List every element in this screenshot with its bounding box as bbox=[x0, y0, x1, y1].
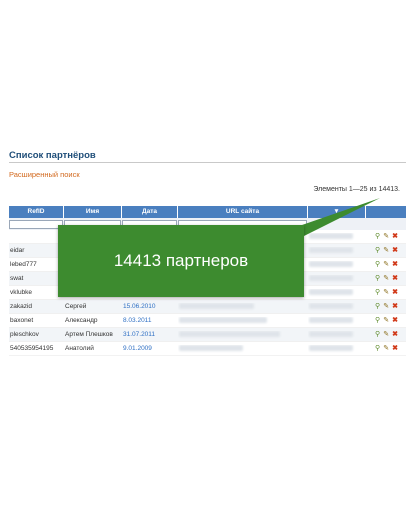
row-actions: ⚲ ✎ ✖ bbox=[366, 289, 406, 296]
redacted-cell bbox=[308, 330, 366, 339]
pencil-icon[interactable]: ✎ bbox=[383, 275, 389, 282]
url-cell bbox=[178, 330, 308, 339]
date-cell: 8.03.2011 bbox=[123, 317, 152, 324]
magnifier-icon[interactable]: ⚲ bbox=[375, 275, 380, 282]
row-actions: ⚲ ✎ ✖ bbox=[366, 247, 406, 254]
pencil-icon[interactable]: ✎ bbox=[383, 247, 389, 254]
row-actions: ⚲ ✎ ✖ bbox=[366, 303, 406, 310]
column-header-name[interactable]: Имя bbox=[64, 206, 122, 218]
callout-banner: 14413 партнеров bbox=[58, 225, 304, 297]
url-cell bbox=[178, 316, 308, 325]
redacted-cell bbox=[308, 316, 366, 325]
refid-cell: pleschkov bbox=[10, 331, 39, 338]
redacted-value bbox=[309, 274, 353, 281]
refid-cell: baxonet bbox=[10, 317, 34, 324]
advanced-search-link[interactable]: Расширенный поиск bbox=[9, 170, 80, 179]
page-title: Список партнёров bbox=[9, 150, 96, 161]
callout-text: 14413 партнеров bbox=[113, 251, 249, 270]
redacted-value bbox=[309, 330, 353, 337]
magnifier-icon[interactable]: ⚲ bbox=[375, 317, 380, 324]
cross-icon[interactable]: ✖ bbox=[392, 317, 398, 324]
bottom-fade bbox=[0, 350, 406, 390]
refid-cell: lebed777 bbox=[10, 261, 37, 268]
redacted-value bbox=[309, 316, 353, 323]
date-cell: 15.06.2010 bbox=[123, 303, 156, 310]
refid-cell: eidar bbox=[10, 247, 25, 254]
name-cell: Артем Плешков bbox=[65, 331, 113, 338]
column-header-date[interactable]: Дата bbox=[122, 206, 178, 218]
redacted-cell bbox=[308, 246, 366, 255]
cross-icon[interactable]: ✖ bbox=[392, 331, 398, 338]
magnifier-icon[interactable]: ⚲ bbox=[375, 261, 380, 268]
cross-icon[interactable]: ✖ bbox=[392, 247, 398, 254]
table-row[interactable]: pleschkov Артем Плешков 31.07.2011 ⚲ ✎ ✖ bbox=[9, 328, 406, 342]
title-divider bbox=[9, 162, 406, 163]
row-actions: ⚲ ✎ ✖ bbox=[366, 261, 406, 268]
redacted-url bbox=[179, 302, 254, 309]
redacted-url bbox=[179, 316, 267, 323]
cross-icon[interactable]: ✖ bbox=[392, 303, 398, 310]
cross-icon[interactable]: ✖ bbox=[392, 233, 398, 240]
redacted-value bbox=[309, 246, 353, 253]
url-cell bbox=[178, 302, 308, 311]
pencil-icon[interactable]: ✎ bbox=[383, 289, 389, 296]
redacted-cell bbox=[308, 274, 366, 283]
cross-icon[interactable]: ✖ bbox=[392, 289, 398, 296]
name-cell: Сергей bbox=[65, 303, 87, 310]
cross-icon[interactable]: ✖ bbox=[392, 261, 398, 268]
row-actions: ⚲ ✎ ✖ bbox=[366, 317, 406, 324]
redacted-url bbox=[179, 330, 280, 337]
refid-filter-input[interactable] bbox=[9, 219, 63, 229]
magnifier-icon[interactable]: ⚲ bbox=[375, 331, 380, 338]
table-row[interactable]: baxonet Александр 8.03.2011 ⚲ ✎ ✖ bbox=[9, 314, 406, 328]
row-actions: ⚲ ✎ ✖ bbox=[366, 331, 406, 338]
row-actions: ⚲ ✎ ✖ bbox=[366, 275, 406, 282]
redacted-value bbox=[309, 260, 353, 267]
refid-cell: zakazid bbox=[10, 303, 33, 310]
magnifier-icon[interactable]: ⚲ bbox=[375, 303, 380, 310]
pencil-icon[interactable]: ✎ bbox=[383, 303, 389, 310]
pencil-icon[interactable]: ✎ bbox=[383, 261, 389, 268]
redacted-value bbox=[309, 288, 353, 295]
refid-cell: vklubke bbox=[10, 289, 33, 296]
magnifier-icon[interactable]: ⚲ bbox=[375, 289, 380, 296]
redacted-value bbox=[309, 302, 353, 309]
redacted-cell bbox=[308, 260, 366, 269]
pencil-icon[interactable]: ✎ bbox=[383, 331, 389, 338]
pencil-icon[interactable]: ✎ bbox=[383, 233, 389, 240]
date-cell: 31.07.2011 bbox=[123, 331, 156, 338]
magnifier-icon[interactable]: ⚲ bbox=[375, 247, 380, 254]
pencil-icon[interactable]: ✎ bbox=[383, 317, 389, 324]
cross-icon[interactable]: ✖ bbox=[392, 275, 398, 282]
redacted-cell bbox=[308, 302, 366, 311]
refid-cell: swat bbox=[10, 275, 24, 282]
name-cell: Александр bbox=[65, 317, 98, 324]
column-header-refid[interactable]: RefID bbox=[9, 206, 64, 218]
pagination-counter: Элементы 1—25 из 14413. bbox=[313, 186, 400, 193]
redacted-cell bbox=[308, 288, 366, 297]
table-row[interactable]: zakazid Сергей 15.06.2010 ⚲ ✎ ✖ bbox=[9, 300, 406, 314]
